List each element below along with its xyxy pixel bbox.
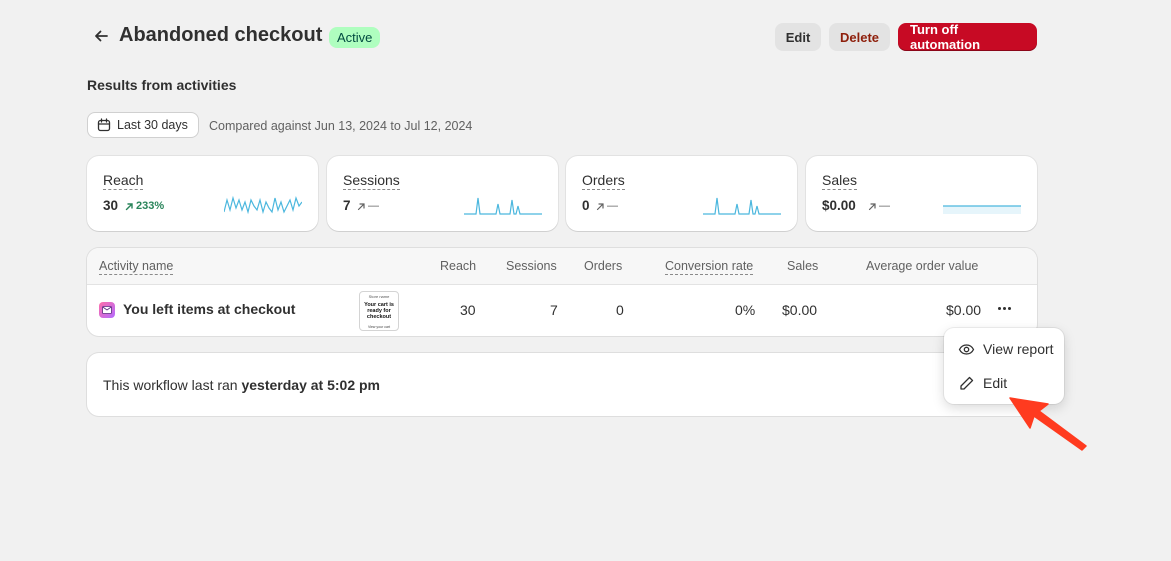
header-sales[interactable]: Sales [787, 259, 818, 273]
menu-item-label: View report [983, 341, 1054, 357]
metric-card-reach[interactable]: Reach 30 233% [87, 156, 318, 231]
header-average-order-value[interactable]: Average order value [866, 259, 978, 273]
email-icon [99, 302, 115, 318]
last-run-time: yesterday at 5:02 pm [241, 377, 381, 393]
metric-delta: — [868, 200, 890, 212]
cell-conversion-rate: 0% [735, 302, 756, 318]
cell-orders: 0 [616, 302, 624, 318]
sessions-sparkline [464, 197, 542, 215]
edit-button[interactable]: Edit [775, 23, 821, 51]
menu-item-label: Edit [983, 375, 1008, 391]
metric-card-orders[interactable]: Orders 0 — [566, 156, 797, 231]
metric-delta-value: 233% [136, 200, 165, 212]
turn-off-automation-button[interactable]: Turn off automation [898, 22, 1037, 52]
metric-delta-value: — [879, 200, 890, 212]
date-range-button[interactable]: Last 30 days [87, 112, 199, 138]
metric-delta: — [596, 200, 618, 212]
sales-sparkline [943, 205, 1021, 214]
date-range-label: Last 30 days [117, 118, 188, 132]
dot [1007, 306, 1011, 310]
back-arrow-icon[interactable] [91, 26, 111, 46]
trend-up-arrow-icon [125, 202, 133, 210]
metric-value: 7 [343, 198, 351, 213]
cell-reach: 30 [460, 302, 476, 318]
metric-label: Orders [582, 172, 625, 190]
metric-card-sales[interactable]: Sales $0.00 — [806, 156, 1037, 231]
metric-card-sessions[interactable]: Sessions 7 — [327, 156, 558, 231]
last-run-prefix: This workflow last ran [103, 377, 242, 393]
page-title: Abandoned checkout [119, 24, 323, 46]
activity-name[interactable]: You left items at checkout [123, 301, 295, 317]
thumb-title: Your cart is ready for checkout [364, 302, 394, 320]
header-conversion-rate[interactable]: Conversion rate [665, 259, 754, 275]
dot [1002, 306, 1006, 310]
metric-value: $0.00 [822, 198, 856, 213]
metric-value: 0 [582, 198, 590, 213]
page-header: Abandoned checkout Active Edit Delete Tu… [87, 22, 1037, 52]
delete-button[interactable]: Delete [829, 23, 890, 51]
activity-table: Activity name Reach Sessions Orders Conv… [87, 248, 1037, 336]
results-title: Results from activities [87, 77, 237, 93]
table-row[interactable]: You left items at checkout Store name Yo… [87, 285, 1037, 336]
pencil-icon [960, 376, 974, 390]
cell-sessions: 7 [550, 302, 558, 318]
calendar-icon [97, 118, 111, 132]
orders-sparkline [703, 197, 781, 215]
cell-sales: $0.00 [782, 302, 818, 318]
header-sessions[interactable]: Sessions [506, 259, 557, 273]
metric-delta-value: — [368, 200, 379, 212]
header-actions: Edit Delete Turn off automation [775, 22, 1037, 52]
compare-text: Compared against Jun 13, 2024 to Jul 12,… [209, 119, 473, 133]
metric-delta: — [357, 200, 379, 212]
annotation-arrow-icon [1009, 397, 1087, 451]
reach-sparkline [224, 195, 302, 215]
trend-arrow-icon [357, 202, 365, 210]
dot [997, 306, 1001, 310]
metric-label: Sessions [343, 172, 400, 190]
thumb-store-name: Store name [368, 294, 390, 299]
last-run-text: This workflow last ran yesterday at 5:02… [103, 377, 380, 393]
cell-average-order-value: $0.00 [946, 302, 982, 318]
metric-delta: 233% [125, 200, 164, 212]
metric-delta-value: — [607, 200, 618, 212]
metric-label: Reach [103, 172, 144, 190]
thumb-footer: View your cart [367, 325, 391, 329]
table-header: Activity name Reach Sessions Orders Conv… [87, 248, 1037, 285]
more-actions-button[interactable] [993, 297, 1015, 319]
email-preview-thumbnail[interactable]: Store name Your cart is ready for checko… [359, 291, 399, 331]
trend-arrow-icon [868, 202, 876, 210]
eye-icon [958, 343, 975, 355]
header-orders[interactable]: Orders [584, 259, 622, 273]
header-activity-name[interactable]: Activity name [99, 259, 174, 275]
header-reach[interactable]: Reach [440, 259, 476, 273]
status-badge: Active [329, 27, 381, 48]
actions-popover-menu: View report Edit [944, 328, 1064, 404]
trend-arrow-icon [596, 202, 604, 210]
metric-value: 30 [103, 198, 119, 213]
menu-item-view-report[interactable]: View report [950, 334, 1058, 364]
workflow-info-card: This workflow last ran yesterday at 5:02… [87, 353, 1037, 416]
metric-label: Sales [822, 172, 858, 190]
